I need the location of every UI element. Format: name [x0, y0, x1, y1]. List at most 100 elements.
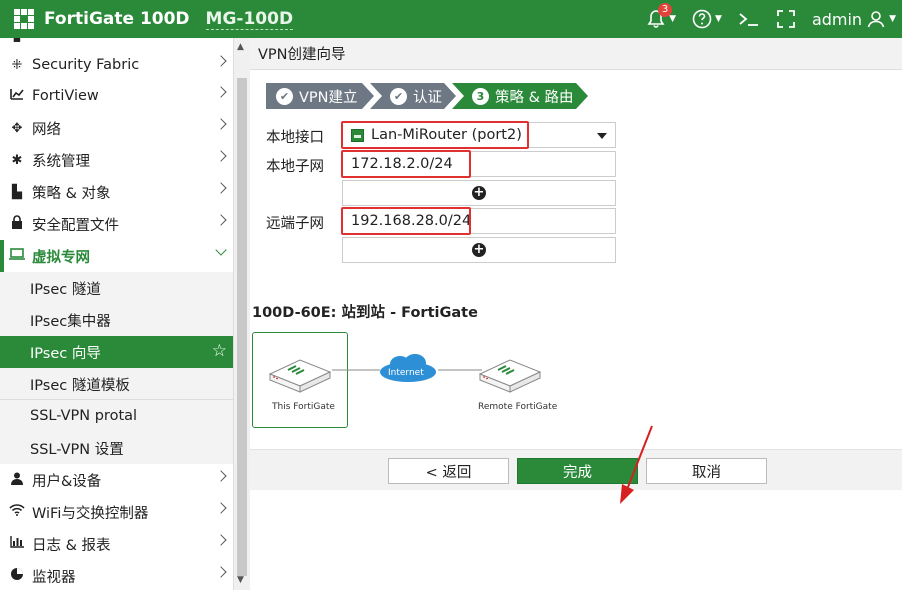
sidebar-item-label: FortiView: [32, 88, 99, 104]
sidebar-subitem-ipsec-tunnels[interactable]: IPsec 隧道: [0, 272, 233, 304]
main-content: VPN创建向导 ✔ VPN建立 ✔ 认证 3 策略 & 路由 本地接口 Lan-MiR…: [250, 38, 902, 590]
user-menu[interactable]: admin ▼: [812, 9, 896, 29]
terminal-icon: [739, 13, 758, 26]
sidebar-item-network[interactable]: ✥ 网络: [0, 112, 233, 144]
sidebar-subitem-ssl-vpn-settings[interactable]: SSL-VPN 设置: [0, 432, 233, 464]
chart-icon: [8, 88, 26, 104]
sidebar-subitem-label: SSL-VPN 设置: [30, 441, 124, 458]
local-subnet-value: 172.18.2.0/24: [351, 156, 453, 172]
network-icon: ✥: [11, 120, 23, 136]
wizard-footer: < 返回 完成 取消: [250, 449, 902, 490]
fortinet-logo-icon: [14, 9, 34, 29]
wizard-step-policy-routing[interactable]: 3 策略 & 路由: [452, 83, 588, 109]
sidebar-item-system[interactable]: ✱ 系统管理: [0, 144, 233, 176]
chevron-right-icon: [215, 118, 227, 130]
interface-icon: [351, 128, 364, 142]
sidebar-item-label: 日志 & 报表: [32, 537, 111, 554]
scroll-down-icon[interactable]: ▼: [237, 575, 244, 585]
chevron-down-icon: [215, 244, 227, 256]
sidebar-subitem-ipsec-concentrator[interactable]: IPsec集中器: [0, 304, 233, 336]
fabric-icon: ⁜: [11, 57, 23, 73]
wizard-step-vpn-setup[interactable]: ✔ VPN建立: [266, 83, 374, 109]
sidebar-item-label: 系统管理: [32, 153, 90, 170]
scroll-up-icon[interactable]: ▲: [237, 42, 244, 52]
remote-subnet-input[interactable]: 192.168.28.0/24: [342, 208, 616, 234]
sidebar-subitem-ssl-vpn-portals[interactable]: SSL-VPN protal: [0, 400, 233, 432]
fortigate-device-icon: [478, 359, 542, 393]
sidebar-item-label: Security Fabric: [32, 57, 140, 73]
internet-label: Internet: [388, 368, 424, 378]
gear-icon: ✱: [11, 152, 23, 168]
plus-circle-icon: +: [472, 242, 486, 257]
sidebar-item-label: 用户&设备: [32, 473, 102, 490]
topology-graphic: [268, 354, 542, 393]
sidebar-item-fortiview[interactable]: FortiView: [0, 80, 233, 112]
sidebar-subitem-label: SSL-VPN protal: [30, 408, 138, 424]
sidebar-subitem-ipsec-templates[interactable]: IPsec 隧道模板: [0, 368, 233, 400]
fullscreen-button[interactable]: [776, 9, 796, 29]
caret-down-icon: ▼: [669, 14, 677, 24]
check-circle-icon: ✔: [390, 87, 407, 105]
sidebar-item-label: 虚拟专网: [32, 249, 90, 266]
this-fortigate-label: This FortiGate: [272, 402, 335, 412]
sidebar-item-monitor[interactable]: 监视器: [0, 560, 233, 590]
user-icon: [8, 472, 26, 489]
remote-fortigate-label: Remote FortiGate: [478, 402, 558, 412]
sidebar-subitem-label: IPsec 向导: [30, 345, 101, 362]
step-label: VPN建立: [299, 89, 358, 106]
device-hostname[interactable]: MG-100D: [205, 9, 294, 30]
star-icon[interactable]: ☆: [212, 341, 227, 361]
chevron-right-icon: [215, 502, 227, 514]
back-button[interactable]: < 返回: [388, 458, 509, 484]
cancel-button[interactable]: 取消: [646, 458, 767, 484]
plus-circle-icon: +: [472, 185, 486, 200]
lock-icon: [8, 215, 26, 233]
policy-icon: ▙: [12, 184, 22, 200]
sidebar-subitem-ipsec-wizard[interactable]: IPsec 向导 ☆: [0, 336, 233, 368]
sidebar-scrollbar[interactable]: ▲ ▼: [233, 38, 250, 590]
sidebar-subitem-label: IPsec 隧道: [30, 281, 101, 298]
wizard-step-authentication[interactable]: ✔ 认证: [370, 83, 456, 109]
product-name: FortiGate 100D: [44, 9, 190, 29]
monitor-icon: [8, 248, 26, 264]
sidebar-item-wifi-switch[interactable]: WiFi与交换控制器: [0, 496, 233, 528]
sidebar-item-vpn[interactable]: 虚拟专网: [0, 240, 233, 272]
sidebar-item-security-fabric[interactable]: ⁜ Security Fabric: [0, 49, 233, 81]
step-label: 策略 & 路由: [495, 89, 574, 106]
username-label: admin: [811, 9, 863, 29]
chevron-right-icon: [215, 182, 227, 194]
scrollbar-thumb[interactable]: [237, 78, 247, 576]
notifications-button[interactable]: 3 ▼: [646, 3, 677, 29]
add-local-subnet-button[interactable]: +: [342, 180, 616, 206]
caret-down-icon: ▼: [889, 14, 896, 24]
step-label: 认证: [413, 89, 442, 106]
sidebar-item-label: 安全配置文件: [32, 217, 119, 234]
chevron-right-icon: [215, 214, 227, 226]
fullscreen-icon: [777, 10, 795, 28]
caret-down-icon: ▼: [715, 14, 722, 24]
local-subnet-label: 本地子网: [266, 159, 324, 175]
local-subnet-input[interactable]: 172.18.2.0/24: [342, 151, 616, 177]
question-circle-icon: [692, 9, 712, 29]
sidebar-item-label: 监视器: [32, 569, 76, 586]
topology-title: 100D-60E: 站到站 - FortiGate: [252, 305, 478, 321]
chevron-right-icon: [215, 470, 227, 482]
topology-diagram: Internet This FortiGate Remote FortiGate: [252, 332, 852, 430]
chevron-right-icon: [215, 534, 227, 546]
cli-console-button[interactable]: [738, 10, 760, 28]
pie-icon: [8, 567, 26, 585]
local-interface-label: 本地接口: [266, 130, 324, 146]
chevron-right-icon: [215, 566, 227, 578]
sidebar-item-security-profiles[interactable]: 安全配置文件: [0, 208, 233, 240]
chevron-right-icon: [215, 55, 227, 67]
local-interface-select[interactable]: Lan-MiRouter (port2): [342, 122, 616, 148]
check-circle-icon: ✔: [276, 87, 293, 105]
sidebar-item-policy-objects[interactable]: ▙ 策略 & 对象: [0, 176, 233, 208]
sidebar-item-user-device[interactable]: 用户&设备: [0, 464, 233, 496]
help-button[interactable]: ▼: [692, 9, 722, 29]
page-title: VPN创建向导: [250, 38, 902, 70]
add-remote-subnet-button[interactable]: +: [342, 237, 616, 263]
sidebar-item-log-report[interactable]: 日志 & 报表: [0, 528, 233, 560]
chevron-right-icon: [215, 150, 227, 162]
annotation-arrow-icon: [620, 425, 653, 504]
